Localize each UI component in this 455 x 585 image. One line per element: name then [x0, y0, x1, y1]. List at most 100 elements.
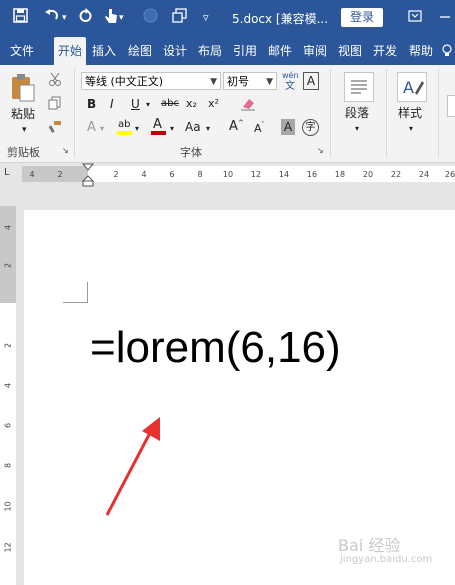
font-size-value: 初号 — [227, 75, 249, 88]
ruler-tick: 6 — [169, 170, 175, 179]
lightbulb-icon[interactable] — [440, 37, 454, 65]
paragraph-button[interactable]: 段落 — [345, 105, 369, 121]
grow-caret-icon: ^ — [238, 119, 244, 127]
chevron-down-icon[interactable]: ▼ — [266, 73, 273, 91]
tab-review[interactable]: 审阅 — [299, 37, 331, 65]
grow-font-button[interactable]: A — [229, 119, 238, 135]
tab-design[interactable]: 设计 — [159, 37, 191, 65]
ribbon-tab-bar: 文件 开始 插入 绘图 设计 布局 引用 邮件 审阅 视图 开发 帮助 — [0, 37, 455, 65]
save-icon[interactable] — [13, 8, 28, 27]
format-painter-icon[interactable] — [48, 119, 62, 138]
cut-icon[interactable] — [48, 71, 62, 90]
tab-mailings[interactable]: 邮件 — [264, 37, 296, 65]
new-window-icon[interactable] — [172, 8, 187, 27]
touch-mode-icon[interactable] — [104, 8, 118, 28]
tab-insert[interactable]: 插入 — [88, 37, 120, 65]
paragraph-icon[interactable] — [344, 72, 374, 102]
underline-button[interactable]: U — [131, 96, 140, 112]
tab-file[interactable]: 文件 — [5, 37, 39, 65]
ruler-tick: 10 — [222, 170, 234, 179]
styles-dropdown-icon[interactable]: ▾ — [409, 121, 413, 137]
circle-icon[interactable] — [143, 8, 158, 27]
watermark: Bai 经验 — [338, 536, 401, 555]
styles-button[interactable]: 样式 — [398, 105, 422, 121]
highlight-color-swatch — [117, 131, 132, 135]
ruler-tick: 2 — [3, 342, 13, 349]
document-text[interactable]: =lorem(6,16) — [90, 322, 341, 374]
margin-corner-mark — [63, 282, 88, 303]
text-effects-dropdown-icon[interactable]: ▾ — [100, 121, 104, 137]
character-shading-button[interactable]: A — [281, 119, 295, 135]
svg-text:A: A — [403, 78, 414, 97]
paste-dropdown-icon[interactable]: ▾ — [22, 122, 27, 138]
ruler-tick: 2 — [57, 170, 63, 179]
ruler-tick: 4 — [141, 170, 147, 179]
styles-icon[interactable]: A — [397, 72, 427, 102]
touch-dropdown-icon[interactable]: ▾ — [119, 13, 124, 23]
ruler-tick: 22 — [390, 170, 402, 179]
indent-marker-icon[interactable] — [81, 163, 95, 191]
chevron-down-icon[interactable]: ▼ — [210, 73, 217, 91]
clear-formatting-icon[interactable] — [240, 96, 256, 115]
ruler-tick: 12 — [3, 542, 13, 553]
horizontal-ruler[interactable]: L 4 2 2 4 6 8 10 12 14 16 18 20 22 24 26 — [0, 163, 455, 187]
paragraph-dropdown-icon[interactable]: ▾ — [355, 121, 359, 137]
separator — [74, 69, 75, 157]
tab-layout[interactable]: 布局 — [194, 37, 226, 65]
separator — [438, 69, 439, 157]
watermark-sub: jingyan.baidu.com — [340, 554, 433, 565]
highlight-dropdown-icon[interactable]: ▾ — [135, 121, 139, 137]
font-size-combo[interactable]: 初号 ▼ — [223, 72, 277, 90]
copy-icon[interactable] — [48, 95, 62, 114]
clipboard-launcher-icon[interactable]: ↘ — [62, 146, 69, 155]
paste-icon[interactable] — [10, 73, 36, 107]
character-border-button[interactable]: A — [303, 72, 319, 90]
ruler-tick: 4 — [3, 224, 13, 231]
italic-button[interactable]: I — [110, 96, 114, 112]
bold-button[interactable]: B — [87, 96, 96, 112]
login-button[interactable]: 登录 — [341, 8, 383, 27]
ruler-tick: 24 — [418, 170, 430, 179]
ruler-tick: 12 — [250, 170, 262, 179]
undo-icon[interactable] — [44, 8, 60, 27]
tab-selector[interactable]: L — [4, 167, 10, 178]
ruler-tick: 18 — [334, 170, 346, 179]
customize-dropdown-icon[interactable]: ▿ — [203, 11, 209, 24]
separator — [386, 69, 387, 157]
tab-view[interactable]: 视图 — [334, 37, 366, 65]
ruler-tick: 8 — [197, 170, 203, 179]
vertical-ruler[interactable]: 4 2 2 4 6 8 10 12 — [0, 206, 16, 585]
underline-dropdown-icon[interactable]: ▾ — [146, 97, 150, 113]
ruler-tick: 2 — [3, 262, 13, 269]
ribbon-display-options-icon[interactable] — [408, 9, 422, 23]
text-effects-button[interactable]: A — [87, 120, 96, 136]
subscript-button[interactable]: x₂ — [186, 96, 197, 112]
shrink-caret-icon: ˇ — [261, 121, 265, 129]
undo-dropdown-icon[interactable]: ▾ — [62, 13, 67, 23]
superscript-button[interactable]: x² — [208, 96, 219, 112]
tab-draw[interactable]: 绘图 — [124, 37, 156, 65]
top-margin-area — [0, 206, 16, 303]
strikethrough-button[interactable]: abc — [161, 96, 179, 112]
font-name-combo[interactable]: 等线 (中文正文) ▼ — [81, 72, 221, 90]
tab-references[interactable]: 引用 — [229, 37, 261, 65]
redo-icon[interactable] — [78, 8, 93, 27]
tab-help[interactable]: 帮助 — [405, 37, 437, 65]
enclose-character-button[interactable]: 字 — [302, 119, 319, 136]
tab-home[interactable]: 开始 — [54, 37, 86, 65]
font-name-value: 等线 (中文正文) — [85, 75, 164, 88]
font-color-dropdown-icon[interactable]: ▾ — [170, 121, 174, 137]
ruler-tick: 6 — [3, 422, 13, 429]
paste-button[interactable]: 粘贴 — [11, 106, 35, 122]
editing-group-partial[interactable] — [447, 95, 455, 117]
minimize-icon[interactable] — [438, 9, 452, 23]
tab-developer[interactable]: 开发 — [369, 37, 401, 65]
document-title: 5.docx [兼容模... — [232, 12, 329, 26]
red-arrow-icon — [104, 415, 164, 524]
change-case-button[interactable]: Aa — [185, 119, 201, 135]
phonetic-guide-icon[interactable]: 文 — [285, 79, 295, 95]
font-color-swatch — [151, 131, 166, 135]
change-case-dropdown-icon[interactable]: ▾ — [206, 121, 210, 137]
document-page[interactable] — [24, 210, 455, 585]
font-launcher-icon[interactable]: ↘ — [317, 146, 324, 155]
